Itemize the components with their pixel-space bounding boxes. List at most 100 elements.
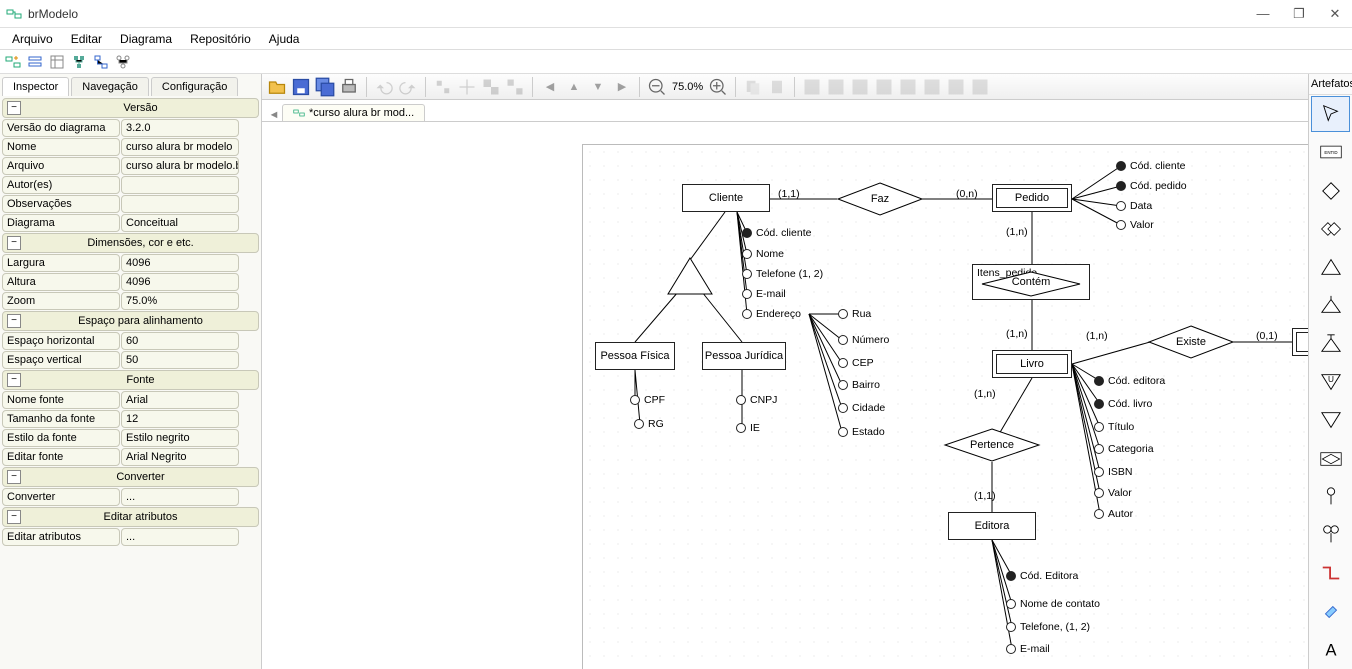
prop-value[interactable]: Arial [121, 391, 239, 409]
align-5-icon[interactable] [897, 76, 919, 98]
collapse-icon[interactable]: − [7, 373, 21, 387]
prop-value[interactable]: curso alura br modelo.br [121, 157, 239, 175]
prop-value[interactable]: 4096 [121, 254, 239, 272]
collapse-icon[interactable]: − [7, 101, 21, 115]
prop-value[interactable]: 12 [121, 410, 239, 428]
align-3-icon[interactable] [849, 76, 871, 98]
prop-value[interactable]: Conceitual [121, 214, 239, 232]
print-icon[interactable] [338, 76, 360, 98]
menu-arquivo[interactable]: Arquivo [4, 30, 61, 48]
attribute[interactable]: Número [838, 334, 889, 346]
entity-estoque[interactable]: Estoque [1292, 328, 1308, 356]
attribute[interactable]: Categoria [1094, 443, 1154, 455]
prop-value[interactable]: 4096 [121, 273, 239, 291]
tool-pointer[interactable] [1311, 96, 1350, 132]
section-versao[interactable]: −Versão [2, 98, 259, 118]
attribute[interactable]: Valor [1094, 487, 1132, 499]
attribute[interactable]: Rua [838, 308, 871, 320]
prop-value[interactable]: 60 [121, 332, 239, 350]
toolbar-icon-6[interactable] [114, 53, 132, 71]
save-all-icon[interactable] [314, 76, 336, 98]
collapse-icon[interactable]: − [7, 236, 21, 250]
align-7-icon[interactable] [945, 76, 967, 98]
relationship-pertence[interactable]: Pertence [944, 428, 1040, 462]
canvas[interactable]: Cliente Pedido Pessoa Física Pessoa Jurí… [262, 122, 1308, 669]
nav-left-icon[interactable]: ◀ [539, 76, 561, 98]
tool-connector[interactable] [1311, 555, 1350, 591]
associative-entity-itens-pedido[interactable]: Itens_pedido Contém [972, 264, 1090, 300]
align-6-icon[interactable] [921, 76, 943, 98]
prop-value[interactable]: 50 [121, 351, 239, 369]
attribute[interactable]: Bairro [838, 379, 880, 391]
group-icon[interactable] [480, 76, 502, 98]
attribute[interactable]: Cód. cliente [1116, 160, 1185, 172]
align-4-icon[interactable] [873, 76, 895, 98]
align-2-icon[interactable] [825, 76, 847, 98]
tab-navegacao[interactable]: Navegação [71, 77, 149, 96]
copy-icon[interactable] [742, 76, 764, 98]
minimize-button[interactable]: — [1256, 6, 1270, 22]
attribute[interactable]: RG [634, 418, 664, 430]
document-tab[interactable]: *curso alura br mod... [282, 104, 425, 121]
zoom-in-icon[interactable] [707, 76, 729, 98]
tool-specialization[interactable] [1311, 249, 1350, 285]
toolbar-icon-5[interactable] [92, 53, 110, 71]
section-converter[interactable]: −Converter [2, 467, 259, 487]
tool-paint[interactable] [1311, 593, 1350, 629]
attribute[interactable]: Cód. livro [1094, 398, 1152, 410]
attribute[interactable]: Valor [1116, 219, 1154, 231]
attribute[interactable]: Nome [742, 248, 784, 260]
prop-value[interactable]: 75.0% [121, 292, 239, 310]
prop-value[interactable]: Estilo negrito [121, 429, 239, 447]
menu-repositorio[interactable]: Repositório [182, 30, 259, 48]
entity-pessoa-juridica[interactable]: Pessoa Jurídica [702, 342, 786, 370]
tool-entity[interactable]: ENTID [1311, 134, 1350, 170]
prop-value[interactable] [121, 195, 239, 213]
attribute[interactable]: Estado [838, 426, 885, 438]
attribute[interactable]: Telefone, (1, 2) [1006, 621, 1090, 633]
relationship-existe[interactable]: Existe [1148, 325, 1234, 359]
attribute[interactable]: Cidade [838, 402, 885, 414]
toolbar-icon-3[interactable] [48, 53, 66, 71]
save-icon[interactable] [290, 76, 312, 98]
relationship-faz[interactable]: Faz [837, 182, 923, 216]
tool-text[interactable]: A [1311, 632, 1350, 668]
prop-value[interactable]: ... [121, 488, 239, 506]
align-1-icon[interactable] [801, 76, 823, 98]
collapse-icon[interactable]: − [7, 510, 21, 524]
prop-value[interactable]: 3.2.0 [121, 119, 239, 137]
attribute[interactable]: Cód. cliente [742, 227, 811, 239]
attribute[interactable]: E-mail [742, 288, 786, 300]
align-distribute-icon[interactable] [432, 76, 454, 98]
entity-pessoa-fisica[interactable]: Pessoa Física [595, 342, 675, 370]
nav-up-icon[interactable]: ▲ [563, 76, 585, 98]
tool-union-down[interactable]: U [1311, 364, 1350, 400]
arrange-icon[interactable] [456, 76, 478, 98]
entity-cliente[interactable]: Cliente [682, 184, 770, 212]
tab-configuracao[interactable]: Configuração [151, 77, 238, 96]
section-dimensoes[interactable]: −Dimensões, cor e etc. [2, 233, 259, 253]
menu-editar[interactable]: Editar [63, 30, 110, 48]
attribute[interactable]: CEP [838, 357, 874, 369]
attribute[interactable]: Data [1116, 200, 1152, 212]
toolbar-icon-4[interactable] [70, 53, 88, 71]
open-icon[interactable] [266, 76, 288, 98]
attribute[interactable]: IE [736, 422, 760, 434]
entity-pedido[interactable]: Pedido [992, 184, 1072, 212]
redo-icon[interactable] [397, 76, 419, 98]
attribute[interactable]: Título [1094, 421, 1134, 433]
ungroup-icon[interactable] [504, 76, 526, 98]
maximize-button[interactable]: ❐ [1292, 6, 1306, 22]
new-conceptual-icon[interactable] [4, 53, 22, 71]
tool-relationship[interactable] [1311, 173, 1350, 209]
attribute[interactable]: Telefone (1, 2) [742, 268, 823, 280]
undo-icon[interactable] [373, 76, 395, 98]
tab-prev-icon[interactable]: ◄ [266, 109, 282, 121]
zoom-out-icon[interactable] [646, 76, 668, 98]
collapse-icon[interactable]: − [7, 470, 21, 484]
tool-specialization-partial[interactable] [1311, 287, 1350, 323]
section-espaco[interactable]: −Espaço para alinhamento [2, 311, 259, 331]
tab-inspector[interactable]: Inspector [2, 77, 69, 96]
prop-value[interactable]: ... [121, 528, 239, 546]
attribute[interactable]: Nome de contato [1006, 598, 1100, 610]
